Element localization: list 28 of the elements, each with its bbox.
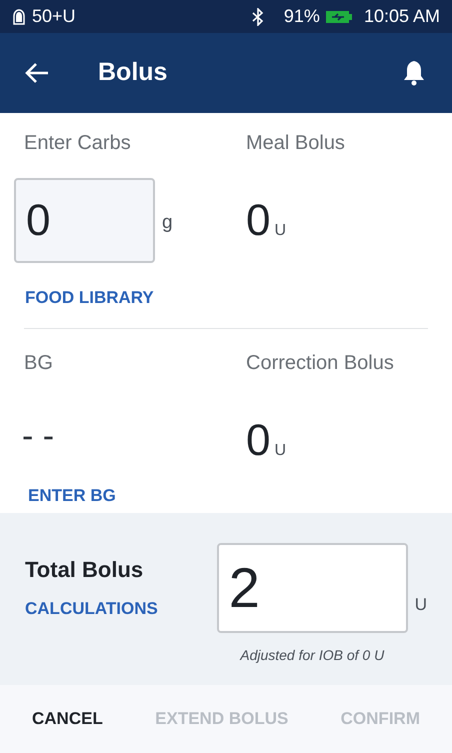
pod-icon (12, 8, 26, 26)
back-button[interactable] (24, 62, 50, 84)
meal-bolus-unit: U (274, 221, 286, 241)
total-bolus-field[interactable]: 2 (216, 543, 408, 633)
iob-note: Adjusted for IOB of 0 U (238, 646, 386, 665)
battery-charging-icon (326, 10, 352, 24)
meal-bolus-label: Meal Bolus (246, 133, 346, 153)
enter-bg-link[interactable]: ENTER BG (28, 483, 116, 508)
clock: 10:05 AM (364, 5, 440, 28)
bg-label: BG (24, 353, 54, 373)
notification-bell-button[interactable] (402, 60, 426, 86)
bluetooth-icon (252, 8, 264, 26)
screen-title: Bolus (98, 57, 168, 88)
carbs-input-field[interactable]: 0 (14, 178, 155, 263)
bg-value: - - (22, 419, 56, 453)
calculations-link[interactable]: CALCULATIONS (25, 596, 158, 622)
total-bolus-unit: U (414, 594, 427, 616)
food-library-link[interactable]: FOOD LIBRARY (25, 285, 154, 310)
carbs-label: Enter Carbs (24, 133, 132, 153)
battery-percent: 91% (284, 5, 320, 28)
insulin-remaining: 50+U (32, 5, 76, 28)
total-bolus-label: Total Bolus (25, 556, 144, 584)
action-button[interactable]: CANCEL (32, 706, 103, 732)
correction-bolus-value: 0 (246, 419, 270, 463)
correction-bolus-unit: U (274, 441, 286, 461)
carbs-unit: g (162, 210, 173, 234)
correction-bolus-label: Correction Bolus (246, 353, 395, 373)
meal-bolus-value: 0 (246, 199, 270, 243)
